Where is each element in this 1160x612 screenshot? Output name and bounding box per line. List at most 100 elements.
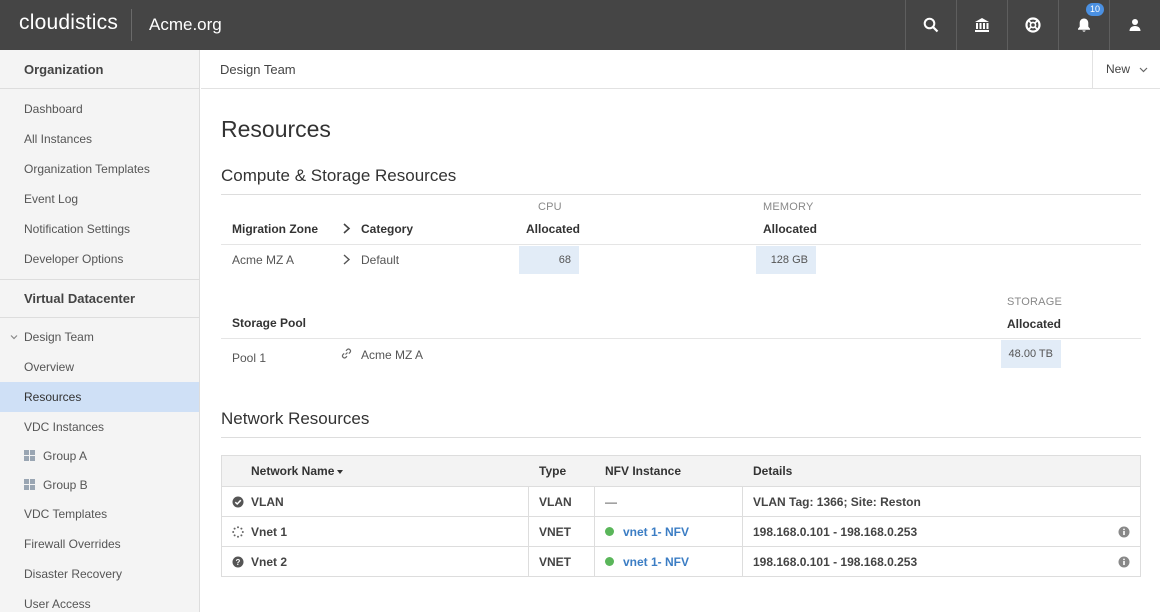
details-cell: 198.168.0.101 - 198.168.0.253 <box>753 524 918 539</box>
network-name-header[interactable]: Network Name <box>251 464 344 478</box>
user-menu-button[interactable] <box>1109 0 1160 50</box>
zone-cell: Acme MZ A <box>232 253 295 267</box>
sort-caret-icon <box>337 469 344 474</box>
network-table: Network Name Type NFV Instance Details V… <box>221 455 1141 577</box>
organization-button[interactable] <box>956 0 1007 50</box>
nfv-header: NFV Instance <box>605 464 682 478</box>
new-button-label: New <box>1106 62 1131 76</box>
sidebar-item-design-team[interactable]: Design Team <box>0 322 199 352</box>
new-button[interactable]: New <box>1092 50 1160 88</box>
section-title-compute: Compute & Storage Resources <box>221 166 457 185</box>
storage-allocated-value[interactable]: 48.00 TB <box>1001 340 1061 368</box>
details-cell: 198.168.0.101 - 198.168.0.253 <box>753 554 918 569</box>
user-icon <box>1129 19 1141 31</box>
chevron-down-icon <box>1139 67 1148 72</box>
storage-column-label: STORAGE <box>1007 296 1062 308</box>
sidebar-item-vdc-templates[interactable]: VDC Templates <box>0 499 199 529</box>
top-bar: cloudistics Acme.org 10 <box>0 0 1160 50</box>
sidebar-item-disaster-recovery[interactable]: Disaster Recovery <box>0 559 199 589</box>
category-header: Category <box>361 222 414 236</box>
svg-text:?: ? <box>236 558 241 567</box>
notifications-button[interactable]: 10 <box>1058 0 1109 50</box>
cpu-allocated-value[interactable]: 68 <box>519 246 579 274</box>
search-button[interactable] <box>905 0 956 50</box>
cpu-allocated-header: Allocated <box>526 222 581 236</box>
sidebar-item-label: Group A <box>43 448 88 463</box>
sidebar-item-firewall-overrides[interactable]: Firewall Overrides <box>0 529 199 559</box>
nfv-cell: vnet 1- NFV <box>605 525 689 539</box>
table-row[interactable]: Vnet 1 VNET vnet 1- NFV 198.168.0.101 - … <box>222 516 1140 546</box>
network-name-cell: VLAN <box>251 494 284 509</box>
help-button[interactable] <box>1007 0 1058 50</box>
chevron-right-icon[interactable] <box>342 223 351 234</box>
chevron-down-icon <box>10 335 18 340</box>
section-divider <box>221 437 1141 438</box>
check-circle-icon <box>232 496 244 508</box>
top-icons: 10 <box>905 0 1160 50</box>
sidebar-item-event-log[interactable]: Event Log <box>0 184 199 214</box>
details-header: Details <box>753 464 793 478</box>
link-icon <box>341 348 352 359</box>
brand-divider <box>131 9 132 41</box>
network-name-cell: Vnet 2 <box>251 554 288 569</box>
sidebar-item-resources[interactable]: Resources <box>0 382 199 412</box>
pool-zone-cell: Acme MZ A <box>361 348 424 362</box>
storage-allocated-header: Allocated <box>1007 317 1062 331</box>
sidebar-item-overview[interactable]: Overview <box>0 352 199 382</box>
lifebuoy-icon <box>1025 17 1041 33</box>
sidebar-item-vdc-instances[interactable]: VDC Instances <box>0 412 199 441</box>
pool-cell: Pool 1 <box>232 351 267 365</box>
cpu-column-label: CPU <box>538 201 562 213</box>
info-icon[interactable] <box>1118 556 1130 568</box>
org-name[interactable]: Acme.org <box>149 15 222 35</box>
info-icon[interactable] <box>1118 526 1130 538</box>
chevron-right-icon[interactable] <box>342 254 351 265</box>
table-row[interactable]: ? Vnet 2 VNET vnet 1- NFV 198.168.0.101 … <box>222 546 1140 576</box>
memory-allocated-value[interactable]: 128 GB <box>756 246 816 274</box>
sidebar-item-organization-templates[interactable]: Organization Templates <box>0 154 199 184</box>
storage-pool-header: Storage Pool <box>232 316 307 330</box>
page-title: Resources <box>221 116 331 142</box>
type-cell: VNET <box>539 554 572 569</box>
sidebar-item-label: Group B <box>43 477 88 492</box>
migration-zone-header: Migration Zone <box>232 222 318 236</box>
notification-badge: 10 <box>1086 3 1105 16</box>
search-icon <box>923 17 939 33</box>
sidebar-item-group-a[interactable]: Group A <box>0 441 199 470</box>
category-cell: Default <box>361 253 400 267</box>
nfv-cell: vnet 1- NFV <box>605 555 689 569</box>
team-title: Design Team <box>220 62 296 77</box>
spinner-icon <box>232 526 244 538</box>
sidebar-item-notification-settings[interactable]: Notification Settings <box>0 214 199 244</box>
type-cell: VNET <box>539 524 572 539</box>
sidebar-item-all-instances[interactable]: All Instances <box>0 124 199 154</box>
nfv-cell: — <box>605 494 617 509</box>
memory-column-label: MEMORY <box>763 201 814 213</box>
nfv-link[interactable]: vnet 1- NFV <box>623 525 689 539</box>
type-header: Type <box>539 464 567 478</box>
network-name-header-label: Network Name <box>251 464 335 478</box>
sidebar-heading-virtual-datacenter: Virtual Datacenter <box>0 279 199 318</box>
memory-allocated-header: Allocated <box>763 222 818 236</box>
sidebar-item-developer-options[interactable]: Developer Options <box>0 244 199 274</box>
sidebar-item-dashboard[interactable]: Dashboard <box>0 94 199 124</box>
sidebar-item-group-b[interactable]: Group B <box>0 470 199 499</box>
sidebar: Organization Dashboard All Instances Org… <box>0 50 200 612</box>
section-divider <box>221 194 1141 195</box>
row-divider <box>221 244 1141 245</box>
row-divider <box>221 338 1141 339</box>
nfv-link[interactable]: vnet 1- NFV <box>623 555 689 569</box>
status-dot-icon <box>605 527 614 536</box>
subheader: Design Team New <box>201 50 1160 89</box>
type-cell: VLAN <box>539 494 572 509</box>
brand-logo[interactable]: cloudistics <box>19 11 118 35</box>
details-cell: VLAN Tag: 1366; Site: Reston <box>753 494 921 509</box>
bell-icon <box>1078 18 1090 32</box>
sidebar-heading-organization: Organization <box>0 50 199 89</box>
network-name-cell: Vnet 1 <box>251 524 288 539</box>
section-title-network: Network Resources <box>221 409 370 428</box>
group-grid-icon <box>24 450 35 461</box>
network-table-header: Network Name Type NFV Instance Details <box>222 456 1140 486</box>
table-row[interactable]: VLAN VLAN — VLAN Tag: 1366; Site: Reston <box>222 486 1140 516</box>
sidebar-item-user-access[interactable]: User Access <box>0 589 199 612</box>
